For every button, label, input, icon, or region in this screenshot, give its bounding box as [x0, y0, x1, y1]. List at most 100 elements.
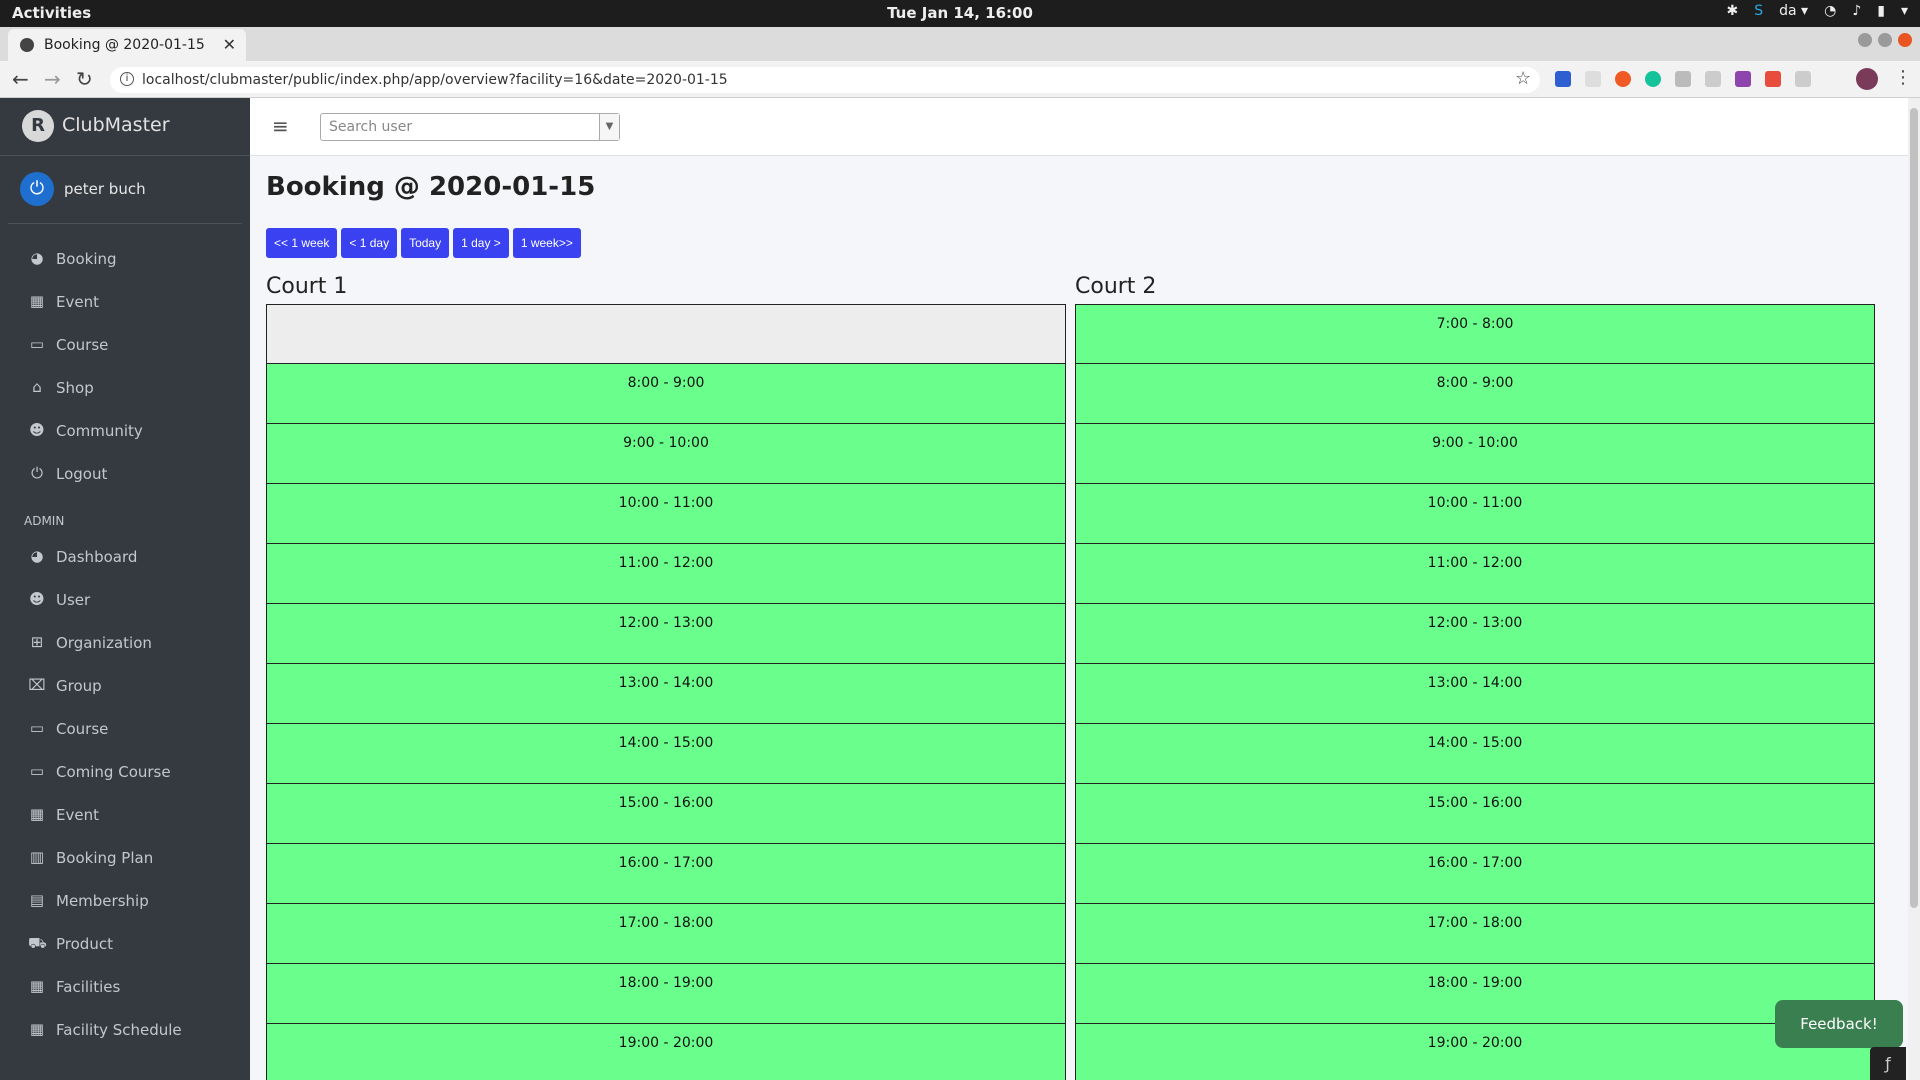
- extension-icon[interactable]: [1765, 71, 1781, 87]
- extension-icon[interactable]: [1735, 71, 1751, 87]
- sidebar-item-group[interactable]: ⌧ Group: [0, 665, 250, 708]
- sidebar-item-booking[interactable]: ◕ Booking: [0, 238, 250, 281]
- sidebar-item-membership[interactable]: ▤ Membership: [0, 880, 250, 923]
- close-window-button[interactable]: [1898, 33, 1912, 47]
- tachometer-icon: ◕: [30, 547, 44, 565]
- time-slot[interactable]: 16:00 - 17:00: [1075, 844, 1875, 904]
- time-slot[interactable]: 19:00 - 20:00: [266, 1024, 1066, 1080]
- reload-icon[interactable]: ↻: [76, 67, 93, 91]
- time-slot[interactable]: 9:00 - 10:00: [1075, 424, 1875, 484]
- back-arrow-icon[interactable]: ←: [12, 67, 29, 91]
- time-slot[interactable]: 15:00 - 16:00: [266, 784, 1066, 844]
- clubmaster-logo-icon: R: [22, 110, 54, 142]
- time-slot[interactable]: 11:00 - 12:00: [266, 544, 1066, 604]
- power-icon: ⏻: [31, 464, 43, 482]
- search-user-select[interactable]: Search user ▼: [320, 113, 620, 141]
- language-selector[interactable]: da ▾: [1779, 3, 1808, 19]
- time-slot[interactable]: 9:00 - 10:00: [266, 424, 1066, 484]
- feedback-button[interactable]: Feedback!: [1775, 1000, 1903, 1048]
- info-icon[interactable]: i: [120, 72, 134, 86]
- time-slot[interactable]: 10:00 - 11:00: [266, 484, 1066, 544]
- bluetooth-icon[interactable]: ✱: [1727, 3, 1739, 19]
- browser-tab[interactable]: Booking @ 2020-01-15 ✕: [8, 29, 246, 61]
- sidebar-item-label: Booking: [56, 250, 117, 268]
- skype-icon[interactable]: S: [1754, 3, 1763, 19]
- time-slot[interactable]: 15:00 - 16:00: [1075, 784, 1875, 844]
- time-slot[interactable]: 7:00 - 8:00: [1075, 304, 1875, 364]
- sidebar-item-facilities[interactable]: ▦ Facilities: [0, 966, 250, 1009]
- time-slot[interactable]: 16:00 - 17:00: [266, 844, 1066, 904]
- prev-week-button[interactable]: << 1 week: [266, 228, 338, 258]
- browser-tabstrip: Booking @ 2020-01-15 ✕ +: [0, 27, 1920, 82]
- today-button[interactable]: Today: [401, 228, 450, 258]
- extension-icon[interactable]: [1705, 71, 1721, 87]
- time-slot[interactable]: 17:00 - 18:00: [1075, 904, 1875, 964]
- sidebar-item-product[interactable]: ⛟ Product: [0, 923, 250, 966]
- users-icon: ☻: [29, 421, 45, 439]
- sidebar-item-course[interactable]: ▭ Course: [0, 324, 250, 367]
- extension-icon[interactable]: [1795, 71, 1811, 87]
- sidebar-item-logout[interactable]: ⏻ Logout: [0, 453, 250, 496]
- time-slot[interactable]: 14:00 - 15:00: [1075, 724, 1875, 784]
- url-bar[interactable]: i localhost/clubmaster/public/index.php/…: [110, 67, 1540, 93]
- system-menu-chevron-down-icon[interactable]: ▾: [1901, 3, 1908, 19]
- hamburger-menu-icon[interactable]: ≡: [272, 114, 289, 138]
- forward-arrow-icon[interactable]: →: [44, 67, 61, 91]
- time-slot[interactable]: 13:00 - 14:00: [266, 664, 1066, 724]
- time-slot[interactable]: 12:00 - 13:00: [266, 604, 1066, 664]
- time-slot[interactable]: 18:00 - 19:00: [266, 964, 1066, 1024]
- power-avatar-icon: ⏻: [20, 172, 54, 206]
- sidebar-item-community[interactable]: ☻ Community: [0, 410, 250, 453]
- sidebar-item-shop[interactable]: ⌂ Shop: [0, 367, 250, 410]
- sidebar-item-admin-event[interactable]: ▦ Event: [0, 794, 250, 837]
- scrollbar-thumb[interactable]: [1910, 108, 1918, 908]
- battery-icon[interactable]: ▮: [1877, 3, 1885, 19]
- sidebar-item-label: Logout: [56, 465, 108, 483]
- chevron-down-icon[interactable]: ▼: [599, 114, 619, 140]
- time-slot[interactable]: 14:00 - 15:00: [266, 724, 1066, 784]
- sidebar-item-user[interactable]: ☻ User: [0, 579, 250, 622]
- user-panel[interactable]: ⏻ peter buch: [8, 156, 242, 224]
- page-scrollbar[interactable]: [1908, 98, 1920, 1080]
- sidebar-item-admin-course[interactable]: ▭ Course: [0, 708, 250, 751]
- bookmark-star-icon[interactable]: ☆: [1515, 68, 1531, 89]
- time-slot[interactable]: 12:00 - 13:00: [1075, 604, 1875, 664]
- next-day-button[interactable]: 1 day >: [453, 228, 509, 258]
- sidebar-item-organization[interactable]: ⊞ Organization: [0, 622, 250, 665]
- profile-avatar[interactable]: [1856, 68, 1878, 90]
- sidebar-item-coming-course[interactable]: ▭ Coming Course: [0, 751, 250, 794]
- maximize-button[interactable]: [1878, 33, 1892, 47]
- time-slot[interactable]: 18:00 - 19:00: [1075, 964, 1875, 1024]
- time-slot[interactable]: 8:00 - 9:00: [1075, 364, 1875, 424]
- tab-close-icon[interactable]: ✕: [223, 35, 236, 54]
- volume-icon[interactable]: ♪: [1852, 3, 1861, 19]
- wifi-icon[interactable]: ◔: [1824, 3, 1836, 19]
- sidebar-item-event[interactable]: ▦ Event: [0, 281, 250, 324]
- sidebar-item-dashboard[interactable]: ◕ Dashboard: [0, 536, 250, 579]
- admin-section-header: ADMIN: [0, 496, 250, 536]
- settings-extension-icon[interactable]: [1675, 71, 1691, 87]
- brand-link[interactable]: R ClubMaster: [0, 98, 250, 156]
- time-slot[interactable]: 19:00 - 20:00: [1075, 1024, 1875, 1080]
- time-slot[interactable]: 10:00 - 11:00: [1075, 484, 1875, 544]
- symfony-toolbar-icon[interactable]: ƒ: [1870, 1047, 1906, 1080]
- extension-icon[interactable]: [1555, 71, 1571, 87]
- time-slot[interactable]: 13:00 - 14:00: [1075, 664, 1875, 724]
- minimize-button[interactable]: [1858, 33, 1872, 47]
- sidebar-item-label: Event: [56, 293, 99, 311]
- browser-menu-icon[interactable]: ⋮: [1894, 67, 1912, 88]
- cart-icon: ⛟: [28, 934, 47, 952]
- time-slot[interactable]: 11:00 - 12:00: [1075, 544, 1875, 604]
- code-extension-icon[interactable]: [1585, 71, 1601, 87]
- sidebar-item-facility-schedule[interactable]: ▦ Facility Schedule: [0, 1009, 250, 1052]
- prev-day-button[interactable]: < 1 day: [341, 228, 398, 258]
- time-slot[interactable]: 8:00 - 9:00: [266, 364, 1066, 424]
- next-week-button[interactable]: 1 week>>: [512, 228, 581, 258]
- sidebar-item-booking-plan[interactable]: ▥ Booking Plan: [0, 837, 250, 880]
- calendar-icon: ▦: [29, 805, 45, 823]
- extension-icon[interactable]: [1615, 71, 1631, 87]
- brand-text: ClubMaster: [62, 114, 170, 136]
- grammarly-icon[interactable]: [1645, 71, 1661, 87]
- time-slot[interactable]: 17:00 - 18:00: [266, 904, 1066, 964]
- os-clock[interactable]: Tue Jan 14, 16:00: [0, 4, 1920, 22]
